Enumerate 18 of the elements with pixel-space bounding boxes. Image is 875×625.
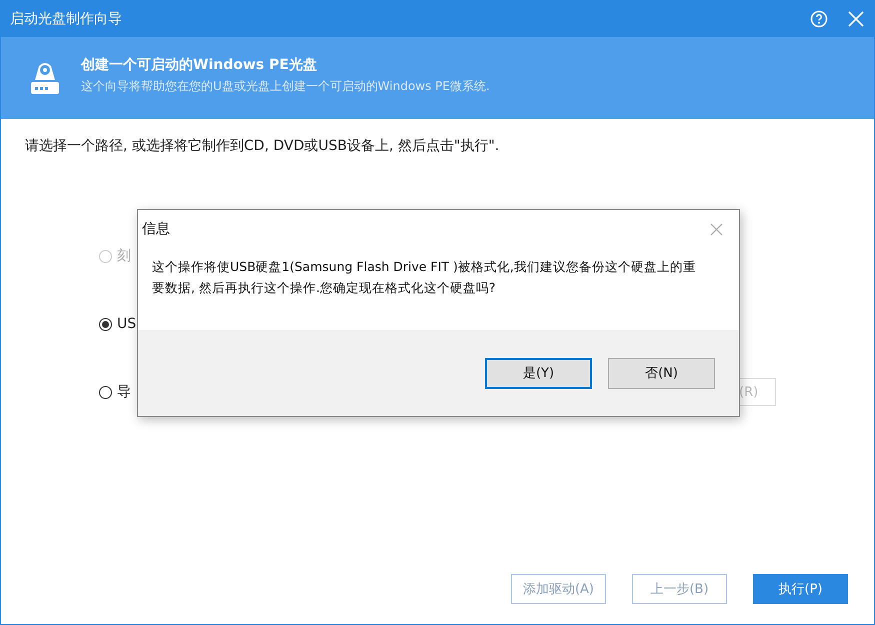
dialog-button[interactable]: 是(Y) xyxy=(485,358,592,388)
dialog-button[interactable]: 否(N) xyxy=(608,358,715,388)
dialog-message: 这个操作将使USB硬盘1(Samsung Flash Drive FIT )被格式化,我们建议您备份这个硬盘上的重要数据, 然后再执行这个操作.您确定现在格式化这个硬盘吗? xyxy=(151,258,697,297)
window-title: 启动光盘制作向导 xyxy=(10,10,122,28)
option-label: US xyxy=(117,316,136,332)
option-label: 刻 xyxy=(117,247,131,265)
dialog-title: 信息 xyxy=(142,220,170,238)
header-subtitle: 这个向导将帮助您在您的U盘或光盘上创建一个可启动的Windows PE微系统. xyxy=(81,78,490,94)
instruction-text: 请选择一个路径, 或选择将它制作到CD, DVD或USB设备上, 然后点击"执行". xyxy=(25,137,500,155)
radio-button[interactable] xyxy=(99,386,112,398)
header-title: 创建一个可启动的Windows PE光盘 xyxy=(81,56,318,74)
execute-button[interactable]: 执行(P) xyxy=(753,574,848,604)
help-icon[interactable] xyxy=(810,10,828,28)
option-label: 导 xyxy=(117,383,131,401)
footer-button[interactable]: 上一步(B) xyxy=(632,574,727,604)
footer-button[interactable]: 添加驱动(A) xyxy=(511,574,606,604)
close-icon[interactable] xyxy=(710,222,723,236)
radio-button[interactable] xyxy=(99,318,112,330)
